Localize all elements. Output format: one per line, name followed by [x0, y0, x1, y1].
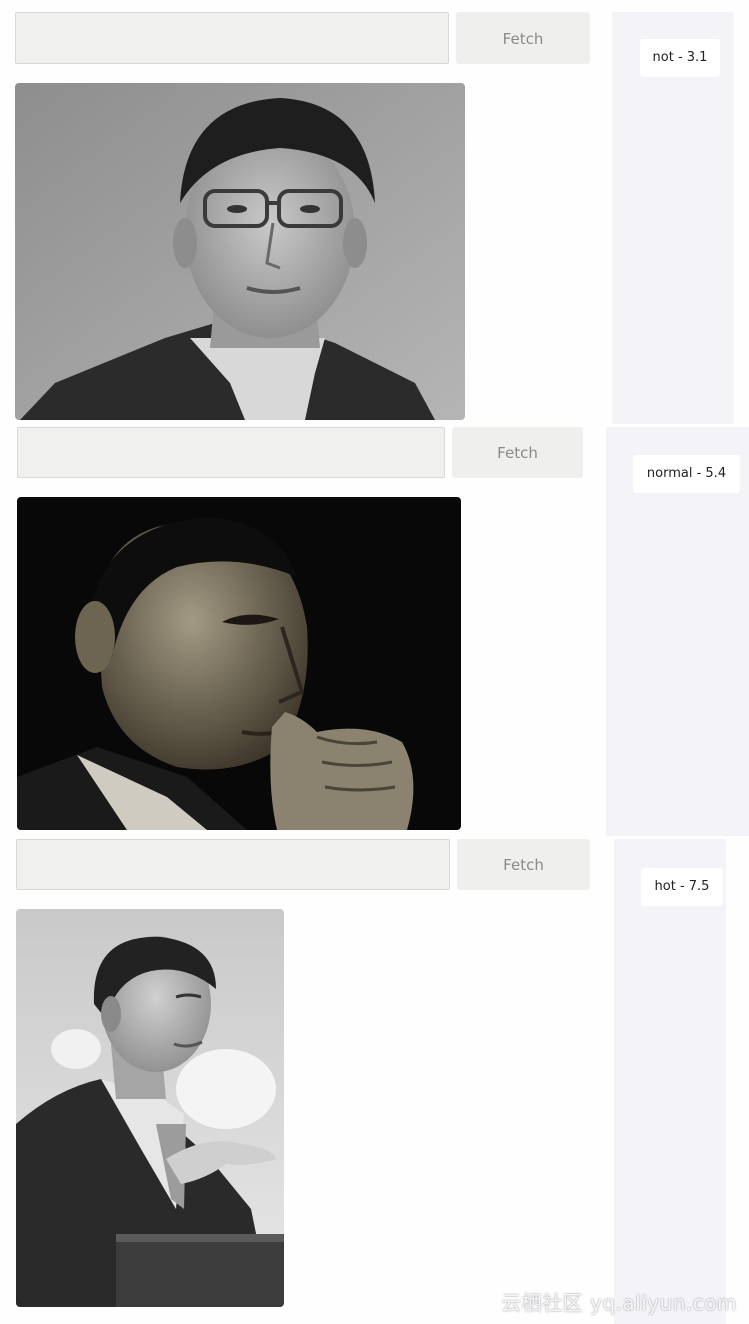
result-panel: normal - 5.4: [606, 427, 749, 836]
portrait-photo-1: [15, 83, 465, 420]
fetch-button[interactable]: Fetch: [457, 839, 590, 890]
portrait-image: [16, 909, 284, 1307]
result-panel: hot - 7.5: [614, 839, 726, 1324]
result-badge: normal - 5.4: [633, 455, 740, 493]
portrait-photo-3: [16, 909, 284, 1307]
url-input[interactable]: [17, 427, 445, 478]
fetch-item-1: Fetch not - 3.1: [0, 0, 749, 424]
url-input[interactable]: [15, 12, 449, 64]
portrait-image: [17, 497, 461, 830]
portrait-image: [15, 83, 465, 420]
fetch-item-3: Fetch hot - 7.5: [0, 836, 749, 1324]
url-input[interactable]: [16, 839, 450, 890]
fetch-item-2: Fetch normal - 5.4: [0, 424, 749, 836]
portrait-photo-2: [17, 497, 461, 830]
page: Fetch not - 3.1 Fetch normal - 5.4 Fetch…: [0, 0, 749, 1324]
fetch-button[interactable]: Fetch: [456, 12, 590, 64]
watermark: 云栖社区 yq.aliyun.com: [501, 1291, 737, 1315]
result-badge: not - 3.1: [640, 39, 720, 77]
result-panel: not - 3.1: [612, 12, 734, 424]
result-badge: hot - 7.5: [641, 868, 723, 906]
fetch-button[interactable]: Fetch: [452, 427, 583, 478]
